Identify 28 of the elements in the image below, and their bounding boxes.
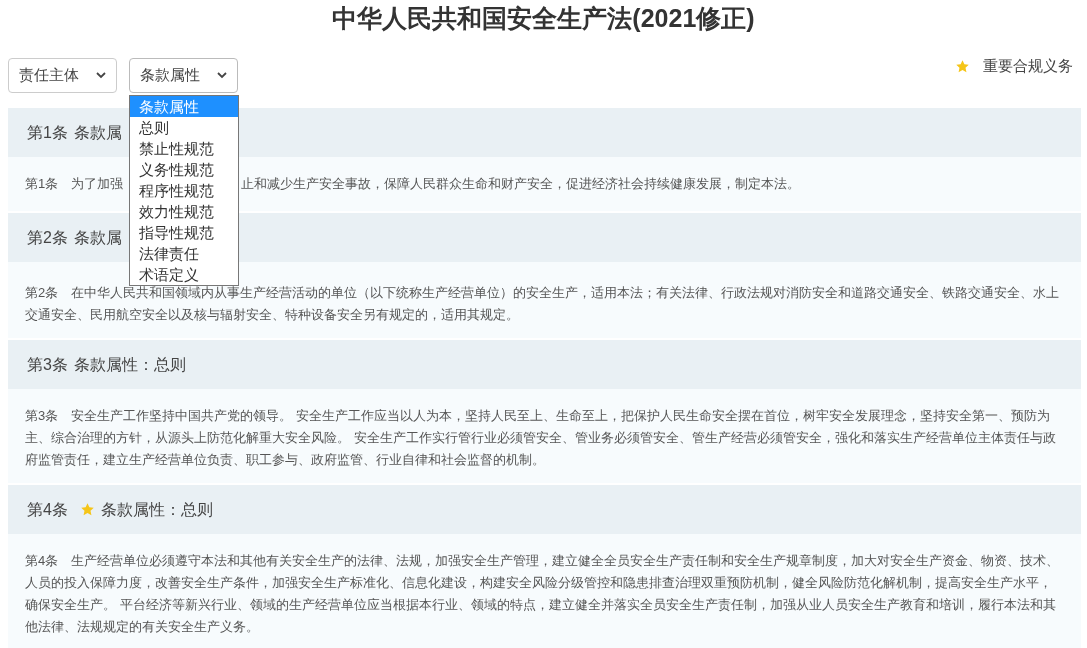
- dropdown-option[interactable]: 术语定义: [130, 264, 238, 285]
- caret-icon: [96, 72, 106, 79]
- article-attribute: 条款属性：总则: [73, 354, 186, 375]
- caret-icon: [217, 72, 227, 79]
- article-number: 第3条: [27, 354, 68, 375]
- dropdown-option[interactable]: 程序性规范: [130, 180, 238, 201]
- article-text: 第4条 生产经营单位必须遵守本法和其他有关安全生产的法律、法规，加强安全生产管理，建立健全全员安全生产责任制和安全生产规章制度，加大对安全生产资金、物资、技术、人员的投入保障力度，改善安全生产条件，加强安全生产标准化、信息化建设，构建安全风险分级管控和隐患排查治理双重预防机制，健全风险防范化解机制，提高安全生产水平，确保安全生产。 平台经济等新兴行业、领域的生产经营单位应当根据本行业、领域的特点，建立健全并落实全员安全生产责任制，加强从业人员安全生产教育和培训，履行本法和其他法律、法规规定的有关安全生产义务。: [25, 552, 1061, 636]
- page-title: 中华人民共和国安全生产法(2021修正): [331, 3, 756, 34]
- legend-label: 重要合规义务: [983, 56, 1073, 76]
- article-text: 止和减少生产安全事故，保障人民群众生命和财产安全，促进经济社会持续健康发展，制定本法。: [241, 175, 801, 193]
- article-number: 第4条: [27, 499, 68, 520]
- article-attribute: 条款属: [73, 227, 122, 248]
- dropdown-option[interactable]: 指导性规范: [130, 222, 238, 243]
- star-icon: [955, 58, 970, 74]
- dropdown-option[interactable]: 总则: [130, 117, 238, 138]
- article-number: 第1条: [27, 122, 68, 143]
- article-number: 第2条: [27, 227, 68, 248]
- article-attribute: 条款属: [73, 122, 122, 143]
- filter-select[interactable]: 责任主体: [8, 58, 117, 93]
- article-text: 第2条 在中华人民共和国领域内从事生产经营活动的单位（以下统称生产经营单位）的安全生产，适用本法；有关法律、行政法规对消防安全和道路交通安全、铁路交通安全、水上交通安全、民用航空安全以及核与辐射安全、特种设备安全另有规定的，适用其规定。: [25, 284, 1061, 324]
- article-attribute: 条款属性：总则: [100, 499, 213, 520]
- dropdown-option[interactable]: 效力性规范: [130, 201, 238, 222]
- dropdown-option[interactable]: 义务性规范: [130, 159, 238, 180]
- filter-select[interactable]: 条款属性: [129, 58, 238, 93]
- article-text: 第3条 安全生产工作坚持中国共产党的领导。 安全生产工作应当以人为本，坚持人民至上、生命至上，把保护人民生命安全摆在首位，树牢安全发展理念，坚持安全第一、预防为主、综合治理的方针，从源头上防范化解重大安全风险。 安全生产工作实行管行业必须管安全、管业务必须管安全、管生产经营必须管安全，强化和落实生产经营单位主体责任与政府监管责任，建立生产经营单位负责、职工参与、政府监管、行业自律和社会监督的机制。: [25, 407, 1057, 469]
- article-text: 第1条 为了加强: [25, 175, 124, 193]
- dropdown-option[interactable]: 法律责任: [130, 243, 238, 264]
- dropdown-option[interactable]: 禁止性规范: [130, 138, 238, 159]
